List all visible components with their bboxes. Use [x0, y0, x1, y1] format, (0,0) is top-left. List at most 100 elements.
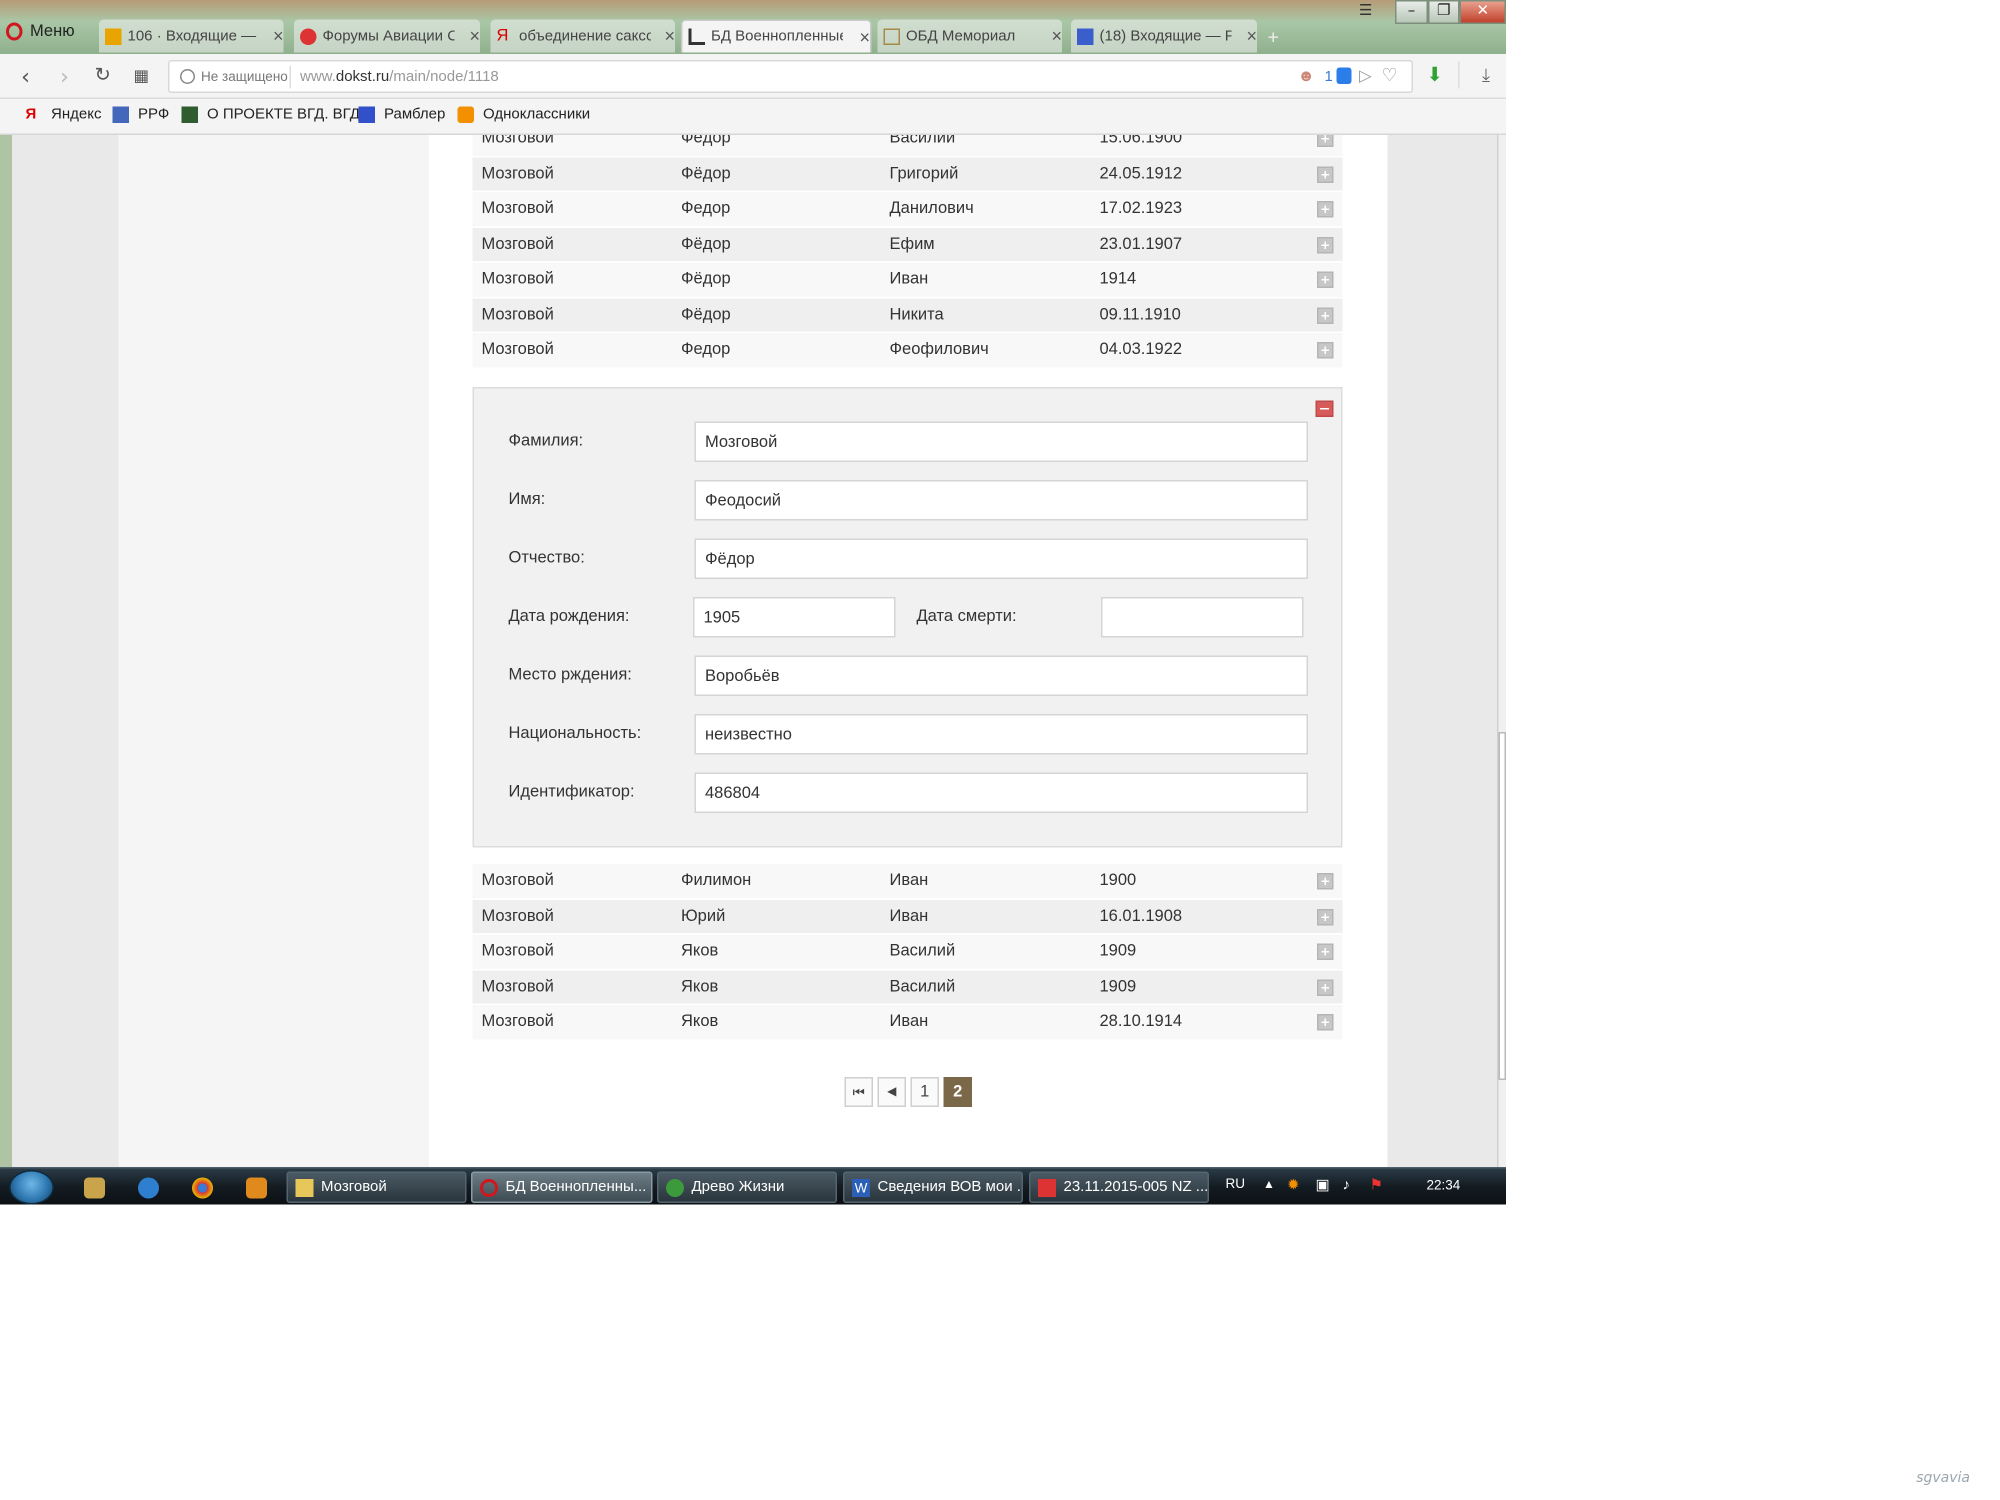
- volume-icon[interactable]: ♪: [1343, 1178, 1351, 1195]
- name-field[interactable]: Феодосий: [694, 480, 1308, 521]
- tab-bd-pow[interactable]: БД Военнопленные ×: [681, 19, 872, 53]
- left-column: [118, 135, 429, 1167]
- opera-menu-button[interactable]: Меню: [6, 22, 75, 41]
- expand-icon[interactable]: [1317, 135, 1334, 147]
- expand-icon[interactable]: [1317, 943, 1334, 960]
- prev-page-button[interactable]: ◀: [877, 1077, 906, 1107]
- speed-dial-icon[interactable]: ▦: [134, 66, 150, 86]
- expand-icon[interactable]: [1317, 873, 1334, 890]
- opera-icon: [480, 1179, 498, 1197]
- windows-taskbar: Мозговой БД Военнопленны... Древо Жизни …: [0, 1167, 1506, 1205]
- ok-icon: [457, 106, 474, 123]
- table-row[interactable]: Мозговой Юрий Иван 16.01.1908: [472, 899, 1343, 935]
- bookmark-yandex[interactable]: Я Яндекс: [26, 107, 102, 124]
- send-icon[interactable]: ▷: [1359, 66, 1372, 86]
- url-field[interactable]: Не защищено www.dokst.ru/main/node/1118 …: [168, 60, 1413, 93]
- back-button[interactable]: ‹: [21, 63, 30, 90]
- shield-icon[interactable]: [1336, 67, 1352, 84]
- language-indicator[interactable]: RU: [1226, 1176, 1246, 1191]
- adblock-icon[interactable]: ☻: [1298, 68, 1315, 86]
- table-row[interactable]: Мозговой Яков Василий 1909: [472, 969, 1343, 1005]
- taskbar-folder-mozgovoy[interactable]: Мозговой: [286, 1171, 467, 1203]
- collapse-icon[interactable]: [1315, 400, 1334, 417]
- heart-icon[interactable]: ♡: [1382, 65, 1398, 86]
- avast-icon[interactable]: ✹: [1287, 1178, 1300, 1195]
- close-icon[interactable]: ×: [469, 26, 480, 47]
- birth-date-field[interactable]: 1905: [693, 597, 896, 638]
- expand-icon[interactable]: [1317, 306, 1334, 324]
- page-2-button[interactable]: 2: [943, 1077, 972, 1107]
- surname-field[interactable]: Мозговой: [694, 421, 1308, 462]
- reload-icon[interactable]: ↻: [95, 65, 111, 88]
- network-icon[interactable]: ▣: [1316, 1178, 1330, 1195]
- page-1-button[interactable]: 1: [910, 1077, 939, 1107]
- expand-icon[interactable]: [1317, 201, 1334, 218]
- tab-bar: Меню 106 · Входящие — Я × Форумы Авиации…: [0, 0, 1506, 54]
- taskbar-opera-bd[interactable]: БД Военнопленны...: [471, 1171, 653, 1203]
- expand-icon[interactable]: [1317, 978, 1334, 996]
- ie-icon[interactable]: [138, 1177, 159, 1199]
- tab-forums[interactable]: Форумы Авиации СГ ×: [294, 19, 480, 53]
- action-center-icon[interactable]: ⚑: [1370, 1178, 1383, 1195]
- folder-icon: [295, 1179, 314, 1197]
- bookmark-rrf[interactable]: РРФ: [112, 106, 169, 123]
- expand-icon[interactable]: [1317, 342, 1334, 359]
- table-row[interactable]: Мозговой Яков Иван 28.10.1914: [472, 1005, 1343, 1041]
- security-indicator[interactable]: Не защищено: [180, 69, 288, 84]
- close-window-button[interactable]: ✕: [1459, 0, 1506, 24]
- taskbar-word-doc[interactable]: W Сведения ВОВ мои ...: [843, 1171, 1023, 1203]
- minimize-button[interactable]: –: [1395, 0, 1428, 24]
- identifier-label: Идентификатор:: [508, 783, 635, 801]
- table-row[interactable]: Мозговой Фёдор Никита 09.11.1910: [472, 297, 1343, 333]
- close-icon[interactable]: ×: [1051, 26, 1062, 47]
- first-page-button[interactable]: ⏮: [844, 1077, 873, 1107]
- show-desktop-icon[interactable]: [84, 1177, 105, 1199]
- clock[interactable]: 22:34: [1427, 1178, 1461, 1193]
- bookmark-odnoklassniki[interactable]: Одноклассники: [457, 106, 590, 123]
- expand-icon[interactable]: [1317, 908, 1334, 925]
- media-player-icon[interactable]: [246, 1177, 267, 1199]
- death-date-field[interactable]: [1101, 597, 1304, 638]
- bookmark-rambler[interactable]: Рамблер: [358, 106, 445, 123]
- tab-mail[interactable]: 106 · Входящие — Я ×: [99, 19, 284, 53]
- close-icon[interactable]: ×: [273, 26, 284, 47]
- chrome-icon[interactable]: [192, 1177, 213, 1199]
- table-row[interactable]: Мозговой Фёдор Василий 15.06.1900: [472, 135, 1343, 157]
- close-icon[interactable]: ×: [859, 27, 870, 48]
- close-icon[interactable]: ×: [664, 26, 675, 47]
- new-tab-button[interactable]: +: [1268, 20, 1292, 53]
- table-row[interactable]: Мозговой Фёдор Иван 1914: [472, 262, 1343, 298]
- identifier-field[interactable]: 486804: [694, 772, 1308, 813]
- bookmark-vgd[interactable]: О ПРОЕКТЕ ВГД. ВГД: [181, 106, 360, 123]
- taskbar-pdf-doc[interactable]: 23.11.2015-005 NZ ...: [1029, 1171, 1209, 1203]
- forward-button[interactable]: ›: [60, 63, 69, 90]
- table-row[interactable]: Мозговой Федор Данилович 17.02.1923: [472, 192, 1343, 228]
- address-bar: ‹ › ↻ ▦ Не защищено www.dokst.ru/main/no…: [0, 54, 1506, 99]
- patronymic-field[interactable]: Фёдор: [694, 538, 1308, 579]
- record-detail-panel: Фамилия: Мозговой Имя: Феодосий Отчество…: [472, 387, 1343, 848]
- tab-obd-memorial[interactable]: ОБД Мемориал ×: [877, 19, 1062, 53]
- tab-menu-icon[interactable]: ☰: [1359, 3, 1372, 20]
- table-row[interactable]: Мозговой Фёдор Ефим 23.01.1907: [472, 227, 1343, 263]
- tab-yandex[interactable]: Я объединение саксо ×: [490, 19, 675, 53]
- start-button[interactable]: [9, 1170, 54, 1205]
- download-extension-icon[interactable]: ⬇: [1427, 65, 1443, 88]
- table-row[interactable]: Мозговой Филимон Иван 1900: [472, 864, 1343, 900]
- expand-icon[interactable]: [1317, 271, 1334, 288]
- close-icon[interactable]: ×: [1246, 26, 1257, 47]
- table-row[interactable]: Мозговой Федор Феофилович 04.03.1922: [472, 333, 1343, 369]
- tray-expand-icon[interactable]: ▲: [1263, 1178, 1275, 1192]
- expand-icon[interactable]: [1317, 236, 1334, 253]
- taskbar-drevo-zhizni[interactable]: Древо Жизни: [657, 1171, 837, 1203]
- downloads-icon[interactable]: ⤓: [1482, 65, 1490, 88]
- table-row[interactable]: Мозговой Яков Василий 1909: [472, 934, 1343, 970]
- nationality-field[interactable]: неизвестно: [694, 714, 1308, 755]
- tab-rambler-mail[interactable]: (18) Входящие — Ра ×: [1071, 19, 1257, 53]
- scrollbar-thumb[interactable]: [1498, 732, 1506, 1080]
- birthplace-field[interactable]: Воробьёв: [694, 655, 1308, 696]
- expand-icon[interactable]: [1317, 1014, 1334, 1031]
- expand-icon[interactable]: [1317, 165, 1334, 183]
- table-row[interactable]: Мозговой Фёдор Григорий 24.05.1912: [472, 156, 1343, 192]
- results-table-top: Мозговой Фёдор Василий 15.06.1900 Мозговой Ф…: [472, 135, 1343, 369]
- maximize-button[interactable]: ❐: [1428, 0, 1460, 24]
